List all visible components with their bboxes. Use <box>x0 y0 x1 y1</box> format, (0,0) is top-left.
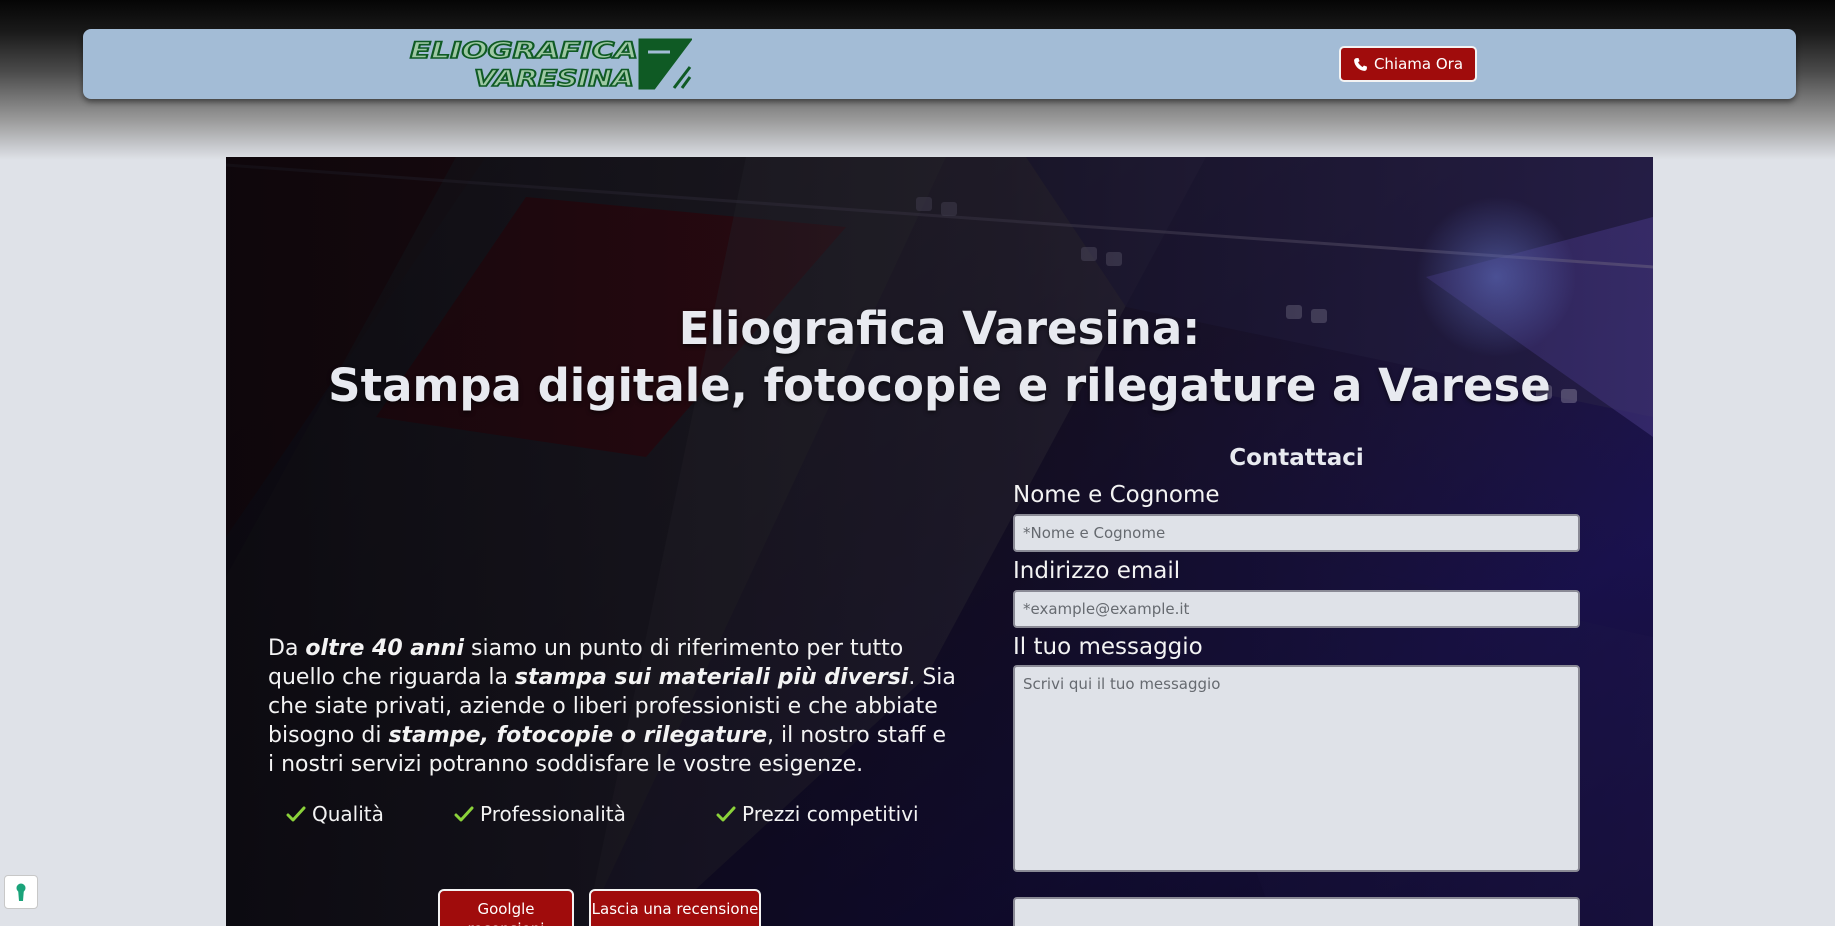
intro-paragraph: Da oltre 40 anni siamo un punto di rifer… <box>268 634 958 779</box>
privacy-settings-button[interactable] <box>4 875 38 909</box>
message-label: Il tuo messaggio <box>1013 634 1203 660</box>
feature-item: Professionalità <box>454 802 626 826</box>
logo-text-line-2: VARESINA <box>474 67 634 92</box>
message-textarea[interactable] <box>1013 665 1580 872</box>
leave-review-button[interactable]: Lascia una recensione <box>589 889 761 926</box>
logo-text-line-1: ELIOGRAFICA <box>410 39 638 64</box>
name-label: Nome e Cognome <box>1013 482 1220 508</box>
feature-label: Prezzi competitivi <box>742 802 919 826</box>
hero-title-line-2: Stampa digitale, fotocopie e rilegature … <box>328 359 1551 412</box>
intro-emphasis-1: oltre 40 anni <box>305 636 465 661</box>
call-now-button[interactable]: Chiama Ora <box>1339 46 1477 82</box>
check-icon <box>454 806 474 822</box>
keyhole-icon <box>16 883 26 901</box>
email-label: Indirizzo email <box>1013 558 1181 584</box>
hero-title: Eliografica Varesina: Stampa digitale, f… <box>226 300 1653 414</box>
feature-item: Qualità <box>286 802 384 826</box>
navbar: ELIOGRAFICA VARESINA Chiama Ora <box>83 29 1796 99</box>
email-input[interactable] <box>1013 590 1580 628</box>
phone-icon <box>1354 57 1367 71</box>
hero-title-line-1: Eliografica Varesina: <box>678 302 1201 355</box>
features-list: Qualità Professionalità Prezzi competiti… <box>286 802 966 832</box>
intro-emphasis-2: stampa sui materiali più diversi <box>514 665 909 690</box>
name-input[interactable] <box>1013 514 1580 552</box>
eliografica-varesina-logo[interactable]: ELIOGRAFICA VARESINA <box>408 36 692 92</box>
check-icon <box>286 806 306 822</box>
feature-item: Prezzi competitivi <box>716 802 919 826</box>
contact-form-title: Contattaci <box>1229 445 1364 471</box>
feature-label: Qualità <box>312 802 384 826</box>
google-reviews-button[interactable]: Goolgle recensioni <box>438 889 574 926</box>
feature-label: Professionalità <box>480 802 626 826</box>
call-now-label: Chiama Ora <box>1373 55 1464 73</box>
subject-select[interactable] <box>1013 897 1580 926</box>
intro-emphasis-3: stampe, fotocopie o rilegature <box>388 723 768 748</box>
intro-text-1: Da <box>268 636 306 661</box>
hero-section: Eliografica Varesina: Stampa digitale, f… <box>226 157 1653 926</box>
check-icon <box>716 806 736 822</box>
